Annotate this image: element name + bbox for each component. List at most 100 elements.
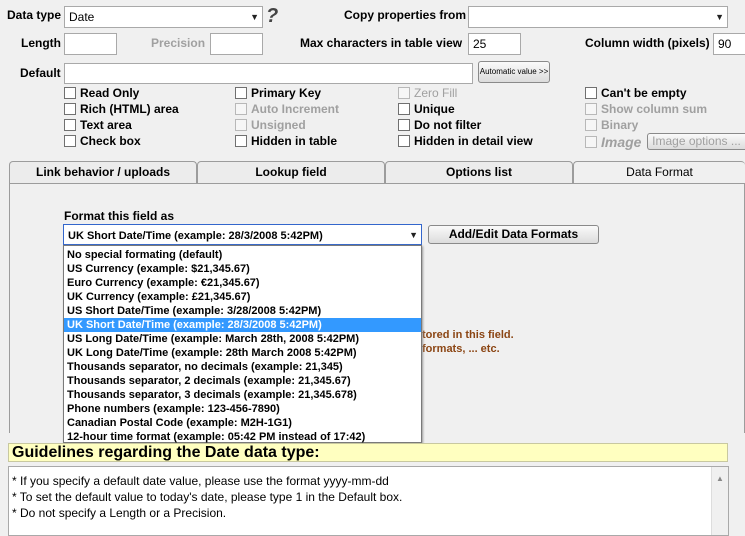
show-column-sum-checkbox[interactable]: Show column sum	[585, 102, 707, 116]
show-column-sum-label: Show column sum	[601, 102, 708, 116]
hidden-in-detail-checkbox[interactable]: Hidden in detail view	[398, 134, 533, 148]
chevron-down-icon: ▼	[409, 229, 418, 240]
format-option[interactable]: Thousands separator, no decimals (exampl…	[64, 360, 421, 374]
zero-fill-label: Zero Fill	[414, 86, 458, 100]
chevron-down-icon: ▼	[250, 12, 259, 22]
format-option[interactable]: Thousands separator, 2 decimals (example…	[64, 374, 421, 388]
format-dropdown-list: No special formating (default) US Curren…	[63, 245, 422, 443]
checkbox-box	[235, 119, 247, 131]
unique-label: Unique	[414, 102, 455, 116]
format-option[interactable]: UK Long Date/Time (example: 28th March 2…	[64, 346, 421, 360]
hidden-in-table-checkbox[interactable]: Hidden in table	[235, 134, 337, 148]
check-box-label: Check box	[80, 134, 141, 148]
rich-html-label: Rich (HTML) area	[80, 102, 179, 116]
check-box-checkbox[interactable]: Check box	[64, 134, 141, 148]
copy-properties-select[interactable]: ▼	[468, 6, 728, 28]
read-only-checkbox[interactable]: Read Only	[64, 86, 139, 100]
checkbox-box	[585, 103, 597, 115]
guidelines-textarea[interactable]: * If you specify a default date value, p…	[8, 466, 729, 536]
default-label: Default	[20, 66, 61, 80]
default-input[interactable]	[64, 63, 473, 84]
colwidth-input[interactable]: 90	[713, 33, 745, 55]
format-option[interactable]: Euro Currency (example: €21,345.67)	[64, 276, 421, 290]
format-option-selected[interactable]: UK Short Date/Time (example: 28/3/2008 5…	[64, 318, 421, 332]
checkbox-box	[398, 135, 410, 147]
guideline-line: * If you specify a default date value, p…	[12, 474, 389, 488]
precision-input[interactable]	[210, 33, 263, 55]
primary-key-checkbox[interactable]: Primary Key	[235, 86, 321, 100]
format-option[interactable]: UK Currency (example: £21,345.67)	[64, 290, 421, 304]
automatic-value-button[interactable]: Automatic value >>	[478, 61, 550, 83]
checkbox-box	[64, 119, 76, 131]
guidelines-scrollbar[interactable]: ▲	[711, 467, 728, 535]
datatype-select[interactable]: Date ▼	[64, 6, 263, 28]
read-only-label: Read Only	[80, 86, 140, 100]
help-icon[interactable]: ?	[266, 5, 278, 28]
checkbox-box	[235, 87, 247, 99]
do-not-filter-checkbox[interactable]: Do not filter	[398, 118, 481, 132]
format-hint-line1: tored in this field.	[422, 329, 514, 341]
checkbox-box	[64, 135, 76, 147]
tab-lookup-field[interactable]: Lookup field	[197, 161, 385, 183]
length-input[interactable]	[64, 33, 117, 55]
auto-increment-checkbox[interactable]: Auto Increment	[235, 102, 339, 116]
auto-increment-label: Auto Increment	[251, 102, 340, 116]
tab-options-list[interactable]: Options list	[385, 161, 573, 183]
copy-properties-label: Copy properties from	[344, 8, 467, 22]
text-area-checkbox[interactable]: Text area	[64, 118, 132, 132]
format-option[interactable]: Phone numbers (example: 123-456-7890)	[64, 402, 421, 416]
image-options-button[interactable]: Image options ...	[647, 133, 745, 150]
checkbox-box	[585, 119, 597, 131]
unsigned-checkbox[interactable]: Unsigned	[235, 118, 306, 132]
format-option[interactable]: Thousands separator, 3 decimals (example…	[64, 388, 421, 402]
zero-fill-checkbox[interactable]: Zero Fill	[398, 86, 457, 100]
binary-checkbox[interactable]: Binary	[585, 118, 638, 132]
datatype-label: Data type	[7, 8, 62, 22]
text-area-label: Text area	[80, 118, 132, 132]
format-option[interactable]: US Currency (example: $21,345.67)	[64, 262, 421, 276]
chevron-down-icon: ▼	[715, 12, 724, 22]
format-option[interactable]: US Short Date/Time (example: 3/28/2008 5…	[64, 304, 421, 318]
checkbox-box	[64, 87, 76, 99]
maxchars-label: Max characters in table view	[300, 36, 463, 50]
format-option[interactable]: 12-hour time format (example: 05:42 PM i…	[64, 430, 421, 444]
tab-data-format[interactable]: Data Format	[573, 161, 745, 184]
tab-link-behavior[interactable]: Link behavior / uploads	[9, 161, 197, 183]
binary-label: Binary	[601, 118, 639, 132]
checkbox-box	[585, 136, 597, 148]
format-select[interactable]: UK Short Date/Time (example: 28/3/2008 5…	[63, 224, 422, 245]
format-hint-line2: formats, ... etc.	[422, 343, 500, 355]
hidden-in-detail-label: Hidden in detail view	[414, 134, 533, 148]
datatype-value: Date	[69, 10, 95, 24]
cant-be-empty-label: Can't be empty	[601, 86, 687, 100]
image-label: Image	[601, 134, 642, 150]
guidelines-title: Guidelines regarding the Date data type:	[8, 443, 728, 462]
scroll-up-icon[interactable]: ▲	[716, 471, 724, 487]
guideline-line: * Do not specify a Length or a Precision…	[12, 506, 227, 520]
unique-checkbox[interactable]: Unique	[398, 102, 455, 116]
format-field-label: Format this field as	[64, 209, 175, 223]
guideline-line: * To set the default value to today's da…	[12, 490, 403, 504]
hidden-in-table-label: Hidden in table	[251, 134, 338, 148]
checkbox-box	[398, 103, 410, 115]
format-option[interactable]: No special formating (default)	[64, 248, 421, 262]
colwidth-label: Column width (pixels)	[585, 36, 710, 50]
length-label: Length	[21, 36, 61, 50]
checkbox-box	[398, 87, 410, 99]
precision-label: Precision	[151, 36, 206, 50]
maxchars-input[interactable]: 25	[468, 33, 521, 55]
checkbox-box	[235, 103, 247, 115]
image-checkbox[interactable]: Image	[585, 134, 641, 150]
unsigned-label: Unsigned	[251, 118, 306, 132]
do-not-filter-label: Do not filter	[414, 118, 482, 132]
cant-be-empty-checkbox[interactable]: Can't be empty	[585, 86, 687, 100]
checkbox-box	[64, 103, 76, 115]
format-option[interactable]: Canadian Postal Code (example: M2H-1G1)	[64, 416, 421, 430]
format-option[interactable]: US Long Date/Time (example: March 28th, …	[64, 332, 421, 346]
format-selected-value: UK Short Date/Time (example: 28/3/2008 5…	[68, 230, 323, 242]
rich-html-checkbox[interactable]: Rich (HTML) area	[64, 102, 179, 116]
checkbox-box	[398, 119, 410, 131]
checkbox-box	[235, 135, 247, 147]
add-edit-formats-button[interactable]: Add/Edit Data Formats	[428, 225, 599, 244]
primary-key-label: Primary Key	[251, 86, 322, 100]
